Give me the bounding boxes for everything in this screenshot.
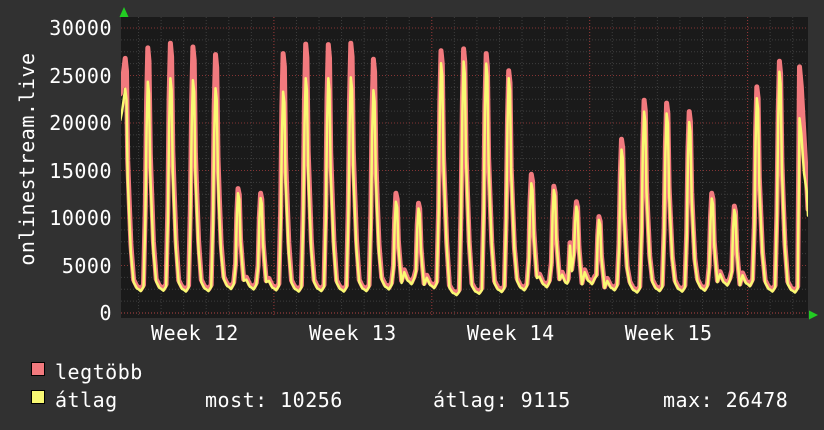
legend-label-legtobb: legtöbb: [55, 360, 143, 384]
stat-atlag-label: átlag:: [433, 388, 509, 412]
x-week-label: Week 14: [466, 321, 555, 345]
x-week-label: Week 15: [624, 321, 713, 345]
y-axis-label: 30000: [49, 16, 112, 40]
stat-atlag: átlag: 9115: [433, 389, 571, 411]
graph-canvas: 30000 25000 20000 15000 10000 5000 0 Week 12 Wee…: [0, 0, 824, 430]
vertical-axis-title: onlinestream.live: [15, 52, 39, 266]
stat-max-label: max:: [663, 388, 714, 412]
right-arrow-icon: [809, 310, 818, 320]
legend-swatch-legtobb: [31, 362, 45, 376]
x-week-label: Week 12: [151, 321, 239, 345]
legend-label-atlag: átlag: [55, 388, 118, 412]
stat-most-value: 10256: [280, 388, 343, 412]
stat-most-label: most:: [205, 388, 268, 412]
stat-atlag-value: 9115: [520, 388, 571, 412]
stat-most: most: 10256: [205, 389, 343, 411]
stat-max: max: 26478: [663, 389, 788, 411]
y-axis-label: 0: [99, 301, 112, 325]
stat-max-value: 26478: [725, 388, 789, 412]
legend-swatch-atlag: [31, 390, 45, 404]
x-week-label: Week 13: [308, 321, 397, 345]
up-arrow-icon: [119, 7, 129, 17]
